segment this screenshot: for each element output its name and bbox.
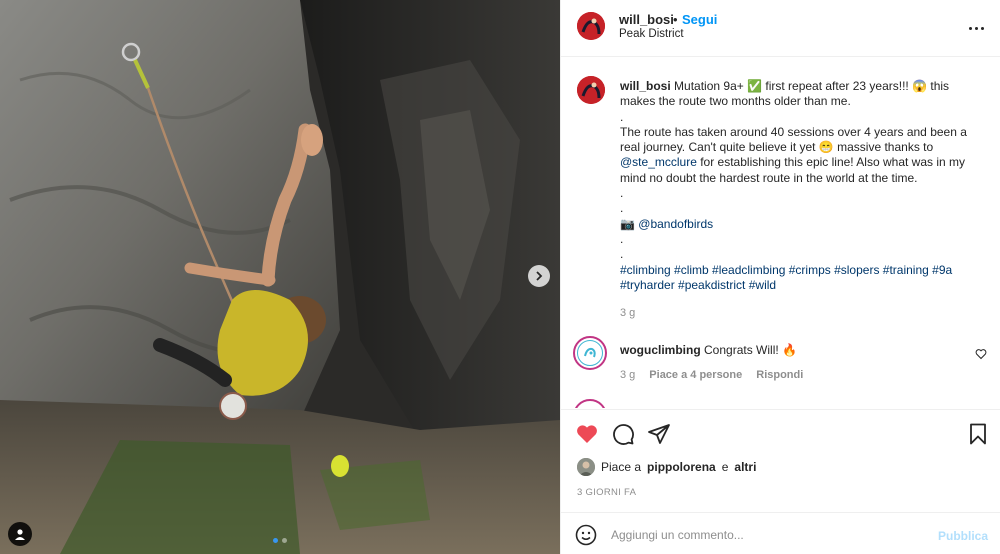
- next-photo-button[interactable]: [528, 265, 550, 287]
- comment-meta: 3 g Piace a 4 persone Rispondi: [620, 369, 803, 381]
- comments-list[interactable]: will_bosi Mutation 9a+ ✅ first repeat af…: [561, 58, 1000, 408]
- climbing-photo-image: [0, 0, 560, 554]
- comment-time: 3 g: [620, 369, 636, 381]
- more-options-icon[interactable]: [966, 18, 986, 38]
- hashtags-line-1[interactable]: #climbing #climb #leadclimbing #crimps #…: [620, 263, 980, 278]
- heart-icon[interactable]: [575, 422, 599, 446]
- emoji-icon[interactable]: [575, 524, 597, 546]
- caption-line-11: .: [620, 247, 624, 262]
- caption-text: will_bosi Mutation 9a+ ✅ first repeat af…: [620, 79, 980, 293]
- share-icon[interactable]: [647, 422, 671, 446]
- caption-line-8: .: [620, 201, 624, 216]
- pagination-dot-active: [273, 538, 278, 543]
- caption-line-7: .: [620, 186, 624, 201]
- caption-line-4: real journey. Can't quite believe it yet…: [620, 140, 934, 155]
- post-header: will_bosi • Segui Peak District: [561, 0, 1000, 57]
- photo-pagination: [0, 538, 560, 543]
- caption-line-0: will_bosi Mutation 9a+ ✅ first repeat af…: [620, 79, 950, 93]
- comment-likes-link[interactable]: Piace a 4 persone: [649, 369, 742, 381]
- post-modal: will_bosi • Segui Peak District will_bos…: [0, 0, 1000, 554]
- caption-line-10: .: [620, 231, 624, 246]
- caption-line-3: The route has taken around 40 sessions o…: [620, 124, 967, 139]
- hashtags-line-2[interactable]: #tryharder #peakdistrict #wild: [620, 278, 980, 293]
- post-location[interactable]: Peak District: [619, 28, 684, 40]
- save-icon[interactable]: [966, 422, 990, 446]
- next-arrow-icon: [536, 271, 543, 281]
- post-side-panel: will_bosi • Segui Peak District will_bos…: [560, 0, 1000, 554]
- likes-joiner: e: [721, 460, 729, 474]
- caption-avatar[interactable]: [577, 76, 605, 104]
- commenter-username[interactable]: woguclimbing: [620, 343, 701, 357]
- comment-icon[interactable]: [611, 422, 635, 446]
- add-comment-bar: Pubblica: [561, 512, 1000, 554]
- commenter-avatar[interactable]: [573, 336, 607, 370]
- follow-button[interactable]: Segui: [682, 12, 717, 27]
- comment-body: Congrats Will! 🔥: [704, 343, 797, 357]
- caption-line-6: mind no doubt the hardest route in the w…: [620, 170, 918, 185]
- caption-username[interactable]: will_bosi: [620, 79, 671, 93]
- caption-time: 3 g: [620, 307, 636, 319]
- author-username[interactable]: will_bosi: [619, 12, 674, 27]
- post-actions: [561, 409, 1000, 457]
- add-comment-input[interactable]: [611, 523, 931, 547]
- caption-line-1: makes the route two months older than me…: [620, 94, 851, 109]
- post-date[interactable]: 3 GIORNI FA: [577, 487, 636, 498]
- next-comment-avatar: [573, 399, 607, 408]
- comment-like-heart-icon[interactable]: [975, 348, 987, 360]
- publish-button[interactable]: Pubblica: [938, 529, 988, 543]
- comment-text: woguclimbing Congrats Will! 🔥: [620, 343, 797, 357]
- likes-summary: Piace a pippolorena e altri: [577, 458, 756, 476]
- caption-line-9[interactable]: 📷 @bandofbirds: [620, 217, 980, 232]
- caption-line-5: @ste_mcclure for establishing this epic …: [620, 155, 980, 170]
- likes-others-link[interactable]: altri: [734, 460, 756, 474]
- post-photo[interactable]: [0, 0, 560, 554]
- caption-line-2: .: [620, 109, 624, 124]
- author-avatar[interactable]: [577, 12, 605, 40]
- mention-link[interactable]: @ste_mcclure: [620, 155, 697, 169]
- liker-avatar[interactable]: [577, 458, 595, 476]
- liker-username[interactable]: pippolorena: [647, 460, 716, 474]
- likes-prefix: Piace a: [601, 460, 642, 474]
- caption-line-5-rest: for establishing this epic line! Also wh…: [696, 155, 965, 170]
- separator-dot: •: [673, 12, 678, 27]
- pagination-dot: [282, 538, 287, 543]
- reply-button[interactable]: Rispondi: [756, 369, 803, 381]
